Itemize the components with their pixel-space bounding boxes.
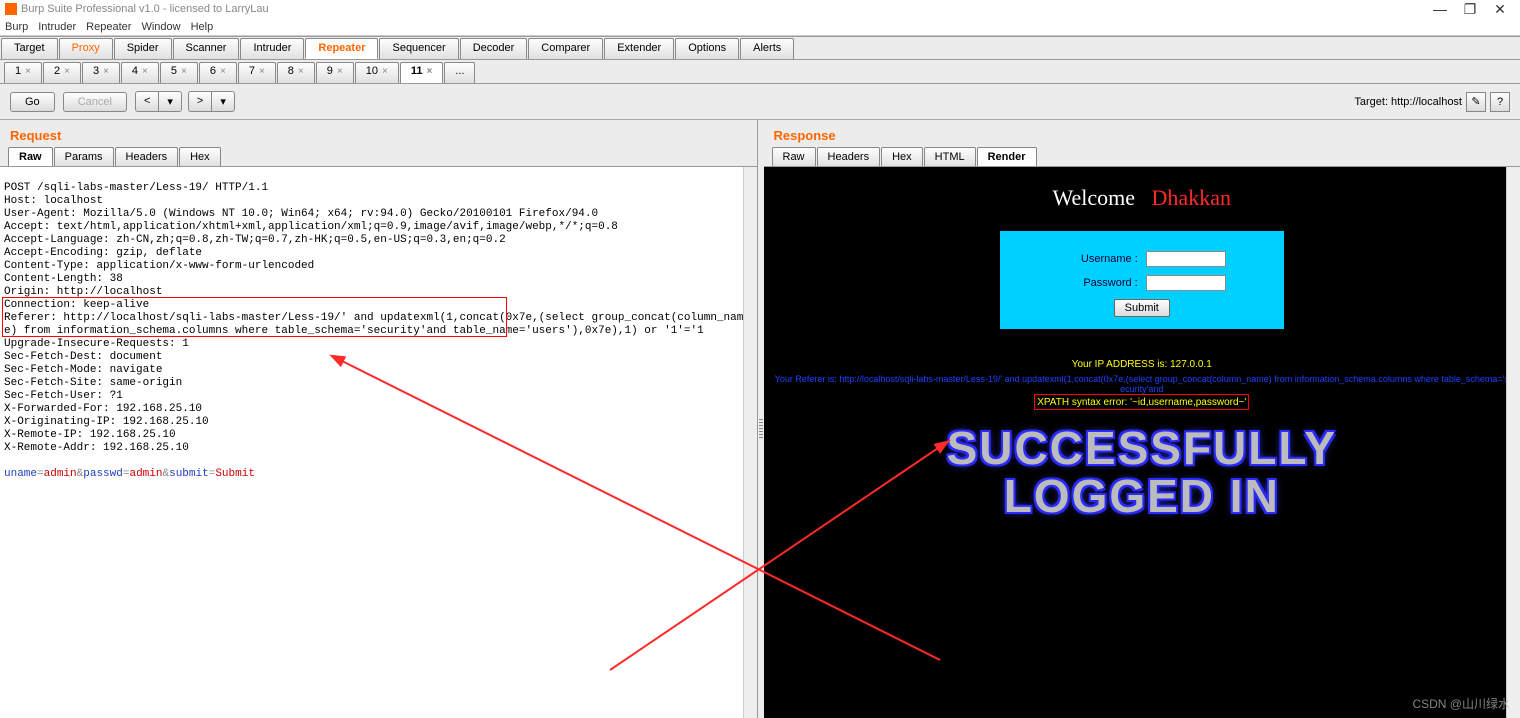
menu-help[interactable]: Help	[191, 21, 214, 33]
request-tab-params[interactable]: Params	[54, 147, 114, 166]
tab-intruder[interactable]: Intruder	[240, 38, 304, 59]
password-label: Password :	[1058, 277, 1138, 289]
subtab-7[interactable]: 7×	[238, 62, 276, 83]
username-label: Username :	[1058, 253, 1138, 265]
menu-burp[interactable]: Burp	[5, 21, 28, 33]
submit-button[interactable]: Submit	[1114, 299, 1170, 317]
referer-echo-line: Your Referer is: http://localhost/sqli-l…	[764, 374, 1520, 394]
menu-window[interactable]: Window	[141, 21, 180, 33]
close-icon: ×	[181, 66, 187, 77]
tab-repeater[interactable]: Repeater	[305, 38, 378, 59]
response-tab-hex[interactable]: Hex	[881, 147, 923, 166]
close-icon: ×	[64, 66, 70, 77]
history-back-button[interactable]: < ▾	[135, 91, 182, 112]
response-tab-html[interactable]: HTML	[924, 147, 976, 166]
subtab-1[interactable]: 1×	[4, 62, 42, 83]
close-button[interactable]: ✕	[1485, 1, 1515, 18]
split-pane: Request Raw Params Headers Hex POST /sql…	[0, 120, 1520, 718]
help-button[interactable]: ?	[1490, 92, 1510, 112]
tab-spider[interactable]: Spider	[114, 38, 172, 59]
request-view-tabs: Raw Params Headers Hex	[0, 147, 757, 167]
close-icon: ×	[103, 66, 109, 77]
maximize-button[interactable]: ❐	[1455, 1, 1485, 18]
cancel-button[interactable]: Cancel	[63, 92, 127, 112]
repeater-toolbar: Go Cancel < ▾ > ▾ Target: http://localho…	[0, 84, 1520, 120]
password-input[interactable]	[1146, 275, 1226, 291]
request-pane: Request Raw Params Headers Hex POST /sql…	[0, 120, 758, 718]
app-logo-icon	[5, 3, 17, 15]
request-title: Request	[0, 120, 757, 147]
close-icon: ×	[382, 66, 388, 77]
subtab-5[interactable]: 5×	[160, 62, 198, 83]
title-bar: Burp Suite Professional v1.0 - licensed …	[0, 0, 1520, 18]
response-view-tabs: Raw Headers Hex HTML Render	[764, 147, 1520, 167]
request-editor[interactable]: POST /sqli-labs-master/Less-19/ HTTP/1.1…	[0, 167, 757, 718]
ip-address-line: Your IP ADDRESS is: 127.0.0.1	[764, 359, 1520, 370]
window-title: Burp Suite Professional v1.0 - licensed …	[21, 3, 269, 15]
tab-target[interactable]: Target	[1, 38, 58, 59]
tab-sequencer[interactable]: Sequencer	[379, 38, 458, 59]
menu-repeater[interactable]: Repeater	[86, 21, 131, 33]
xpath-error-line: XPATH syntax error: '~id,username,passwo…	[1037, 397, 1246, 408]
request-tab-headers[interactable]: Headers	[115, 147, 179, 166]
scrollbar[interactable]	[1506, 167, 1520, 718]
close-icon: ×	[142, 66, 148, 77]
subtab-2[interactable]: 2×	[43, 62, 81, 83]
response-tab-raw[interactable]: Raw	[772, 147, 816, 166]
tab-scanner[interactable]: Scanner	[173, 38, 240, 59]
main-tab-bar: Target Proxy Spider Scanner Intruder Rep…	[0, 36, 1520, 60]
close-icon: ×	[298, 66, 304, 77]
edit-target-button[interactable]: ✎	[1466, 92, 1486, 112]
close-icon: ×	[337, 66, 343, 77]
success-banner: SUCCESSFULLY LOGGED IN	[764, 424, 1520, 521]
login-form: Username : Password : Submit	[1000, 231, 1284, 329]
highlight-box-xpath: XPATH syntax error: '~id,username,passwo…	[1034, 394, 1249, 410]
target-label: Target: http://localhost	[1354, 96, 1462, 108]
watermark: CSDN @山川绿水	[1412, 695, 1510, 712]
request-tab-hex[interactable]: Hex	[179, 147, 221, 166]
tab-options[interactable]: Options	[675, 38, 739, 59]
subtab-4[interactable]: 4×	[121, 62, 159, 83]
close-icon: ×	[220, 66, 226, 77]
subtab-11[interactable]: 11×	[400, 62, 443, 83]
response-pane: Response Raw Headers Hex HTML Render Wel…	[764, 120, 1520, 718]
dhakkan-text: Dhakkan	[1152, 185, 1231, 210]
tab-extender[interactable]: Extender	[604, 38, 674, 59]
scrollbar[interactable]	[743, 167, 757, 718]
subtab-6[interactable]: 6×	[199, 62, 237, 83]
close-icon: ×	[25, 66, 31, 77]
response-tab-headers[interactable]: Headers	[817, 147, 881, 166]
close-icon: ×	[259, 66, 265, 77]
tab-proxy[interactable]: Proxy	[59, 38, 113, 59]
tab-comparer[interactable]: Comparer	[528, 38, 603, 59]
history-forward-button[interactable]: > ▾	[188, 91, 235, 112]
subtab-8[interactable]: 8×	[277, 62, 315, 83]
subtab-10[interactable]: 10×	[355, 62, 399, 83]
minimize-button[interactable]: —	[1425, 1, 1455, 17]
menu-intruder[interactable]: Intruder	[38, 21, 76, 33]
response-title: Response	[764, 120, 1520, 147]
subtab-9[interactable]: 9×	[316, 62, 354, 83]
close-icon: ×	[426, 66, 432, 77]
subtab-add[interactable]: ...	[444, 62, 475, 83]
menu-bar: Burp Intruder Repeater Window Help	[0, 18, 1520, 36]
request-tab-raw[interactable]: Raw	[8, 147, 53, 166]
repeater-sub-tabs: 1× 2× 3× 4× 5× 6× 7× 8× 9× 10× 11× ...	[0, 60, 1520, 84]
go-button[interactable]: Go	[10, 92, 55, 112]
tab-decoder[interactable]: Decoder	[460, 38, 528, 59]
username-input[interactable]	[1146, 251, 1226, 267]
subtab-3[interactable]: 3×	[82, 62, 120, 83]
welcome-heading: Welcome Dhakkan	[764, 167, 1520, 211]
chevron-right-icon: >	[188, 91, 211, 112]
response-tab-render[interactable]: Render	[977, 147, 1037, 166]
response-render-view: Welcome Dhakkan Username : Password : Su…	[764, 167, 1520, 718]
tab-alerts[interactable]: Alerts	[740, 38, 794, 59]
dropdown-icon: ▾	[158, 91, 182, 112]
chevron-left-icon: <	[135, 91, 158, 112]
dropdown-icon: ▾	[211, 91, 235, 112]
